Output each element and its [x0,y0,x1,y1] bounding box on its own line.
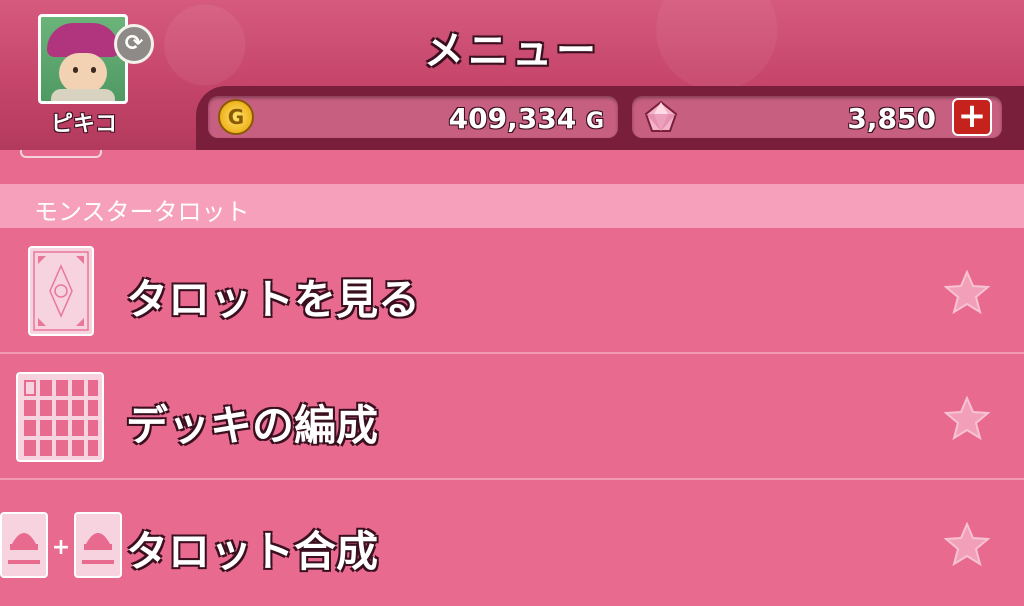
add-gems-button[interactable]: + [952,98,992,136]
menu-item-tarot-fusion[interactable]: + タロット合成 [0,480,1024,606]
profile-avatar-button[interactable] [38,14,128,104]
scroll-handle [20,150,102,158]
avatar-eye [91,67,96,73]
section-label: モンスタータロット [34,198,250,226]
gem-amount: 3,850 [847,102,936,135]
menu-item-label: タロット合成 [126,527,379,576]
deck-grid-icon [16,372,104,462]
avatar-eye [73,67,78,73]
avatar-body [51,89,115,101]
gem-icon [644,100,678,132]
tarot-card-icon [28,246,94,336]
svg-text:+: + [52,535,70,560]
tarot-fusion-icon: + [0,512,122,578]
avatar-face [59,53,107,93]
section-header: モンスタータロット [0,184,1024,228]
menu-item-label: タロットを見る [126,275,421,324]
gold-coin-icon: G [218,99,254,135]
star-icon[interactable] [944,522,990,566]
gold-display: G 409,334 G [208,96,618,138]
gem-display: 3,850 + [632,96,1002,138]
gold-amount: 409,334 G [449,102,604,135]
header-bar: メニュー ⟳ ピキコ G 409,334 G 3,850 + [0,0,1024,150]
star-icon[interactable] [944,270,990,314]
gold-value: 409,334 [448,102,577,135]
currency-bar: G 409,334 G 3,850 + [196,86,1024,150]
gold-unit: G [585,109,604,134]
scroll-area-top [0,150,1024,184]
profile-name: ピキコ [50,112,117,137]
avatar-hat [47,23,119,57]
menu-item-deck-edit[interactable]: デッキの編成 [0,354,1024,480]
menu-item-label: デッキの編成 [126,401,379,450]
menu-item-view-tarot[interactable]: タロットを見る [0,228,1024,354]
star-icon[interactable] [944,396,990,440]
refresh-icon[interactable]: ⟳ [114,24,154,64]
